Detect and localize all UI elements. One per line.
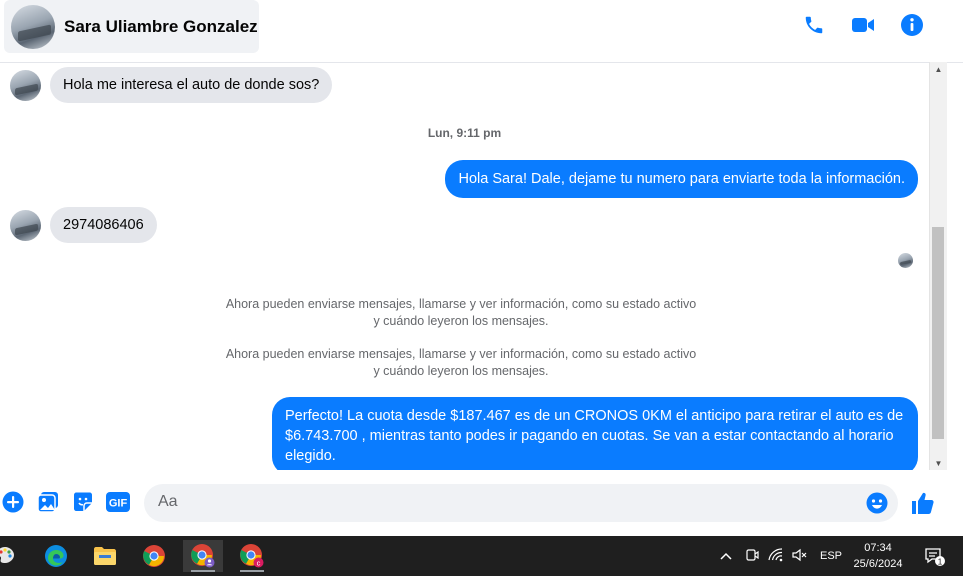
chevron-up-icon[interactable] <box>718 549 734 563</box>
sender-avatar <box>10 209 41 241</box>
message-list[interactable]: Hola me interesa el auto de donde sos? L… <box>0 62 929 470</box>
contact-profile-button[interactable]: Sara Uliambre Gonzalez <box>4 0 259 53</box>
sender-avatar <box>10 69 41 101</box>
file-explorer-icon[interactable] <box>85 540 125 572</box>
message-timestamp: Lun, 9:11 pm <box>427 126 502 140</box>
message-bubble-outgoing[interactable]: Perfecto! La cuota desde $187.467 es de … <box>272 397 918 470</box>
wifi-icon[interactable] <box>764 547 788 565</box>
contact-avatar <box>11 4 55 49</box>
edge-browser-icon[interactable] <box>36 540 76 572</box>
chat-scrollbar[interactable]: ▲ ▼ <box>929 62 947 470</box>
sticker-icon[interactable] <box>72 491 94 513</box>
phone-call-icon[interactable] <box>801 12 827 38</box>
active-app-indicator <box>191 570 215 572</box>
message-bubble-incoming[interactable]: 2974086406 <box>50 207 157 243</box>
gallery-icon[interactable] <box>37 491 59 513</box>
svg-text:GIF: GIF <box>109 498 128 510</box>
open-app-indicator <box>240 570 264 572</box>
windows-taskbar: c ESP 07:34 25/6/2024 1 <box>0 536 963 576</box>
message-bubble-incoming[interactable]: Hola me interesa el auto de donde sos? <box>50 67 333 103</box>
message-input-container <box>144 484 898 522</box>
video-call-icon[interactable] <box>850 12 876 38</box>
conversation-header: Sara Uliambre Gonzalez <box>0 0 963 63</box>
speaker-muted-icon[interactable] <box>788 548 812 565</box>
svg-text:1: 1 <box>938 556 943 566</box>
notifications-icon[interactable]: 1 <box>918 540 950 572</box>
system-notice: Ahora pueden enviarse mensajes, llamarse… <box>225 297 697 328</box>
info-icon[interactable] <box>899 12 925 38</box>
scroll-up-arrow-icon[interactable]: ▲ <box>930 62 947 76</box>
pinned-app-icon[interactable] <box>0 540 18 572</box>
message-bubble-outgoing[interactable]: Hola Sara! Dale, dejame tu numero para e… <box>445 160 918 198</box>
clock-date: 25/6/2024 <box>853 558 903 570</box>
scroll-down-arrow-icon[interactable]: ▼ <box>930 456 947 470</box>
emoji-icon[interactable] <box>866 492 888 514</box>
message-row-incoming: 2974086406 <box>10 207 157 243</box>
message-input[interactable] <box>156 492 860 512</box>
meet-now-icon[interactable] <box>740 548 764 565</box>
clock-time: 07:34 <box>864 542 892 554</box>
thumbs-up-icon[interactable] <box>910 490 936 516</box>
system-tray: ESP <box>718 536 842 576</box>
svg-text:c: c <box>257 558 261 567</box>
message-row-incoming: Hola me interesa el auto de donde sos? <box>10 67 333 103</box>
contact-name: Sara Uliambre Gonzalez <box>64 16 258 36</box>
header-actions <box>801 12 925 38</box>
chrome-profile-icon[interactable] <box>183 540 223 572</box>
language-indicator[interactable]: ESP <box>820 550 842 562</box>
scrollbar-thumb[interactable] <box>932 227 944 439</box>
system-notice: Ahora pueden enviarse mensajes, llamarse… <box>225 347 697 378</box>
gif-icon[interactable]: GIF <box>106 491 130 513</box>
taskbar-clock[interactable]: 07:34 25/6/2024 <box>845 540 911 572</box>
chrome-profile-icon[interactable]: c <box>232 540 272 572</box>
plus-icon[interactable] <box>2 491 24 513</box>
read-receipt-avatar <box>898 253 913 268</box>
message-composer: GIF <box>0 478 963 528</box>
chrome-browser-icon[interactable] <box>134 540 174 572</box>
